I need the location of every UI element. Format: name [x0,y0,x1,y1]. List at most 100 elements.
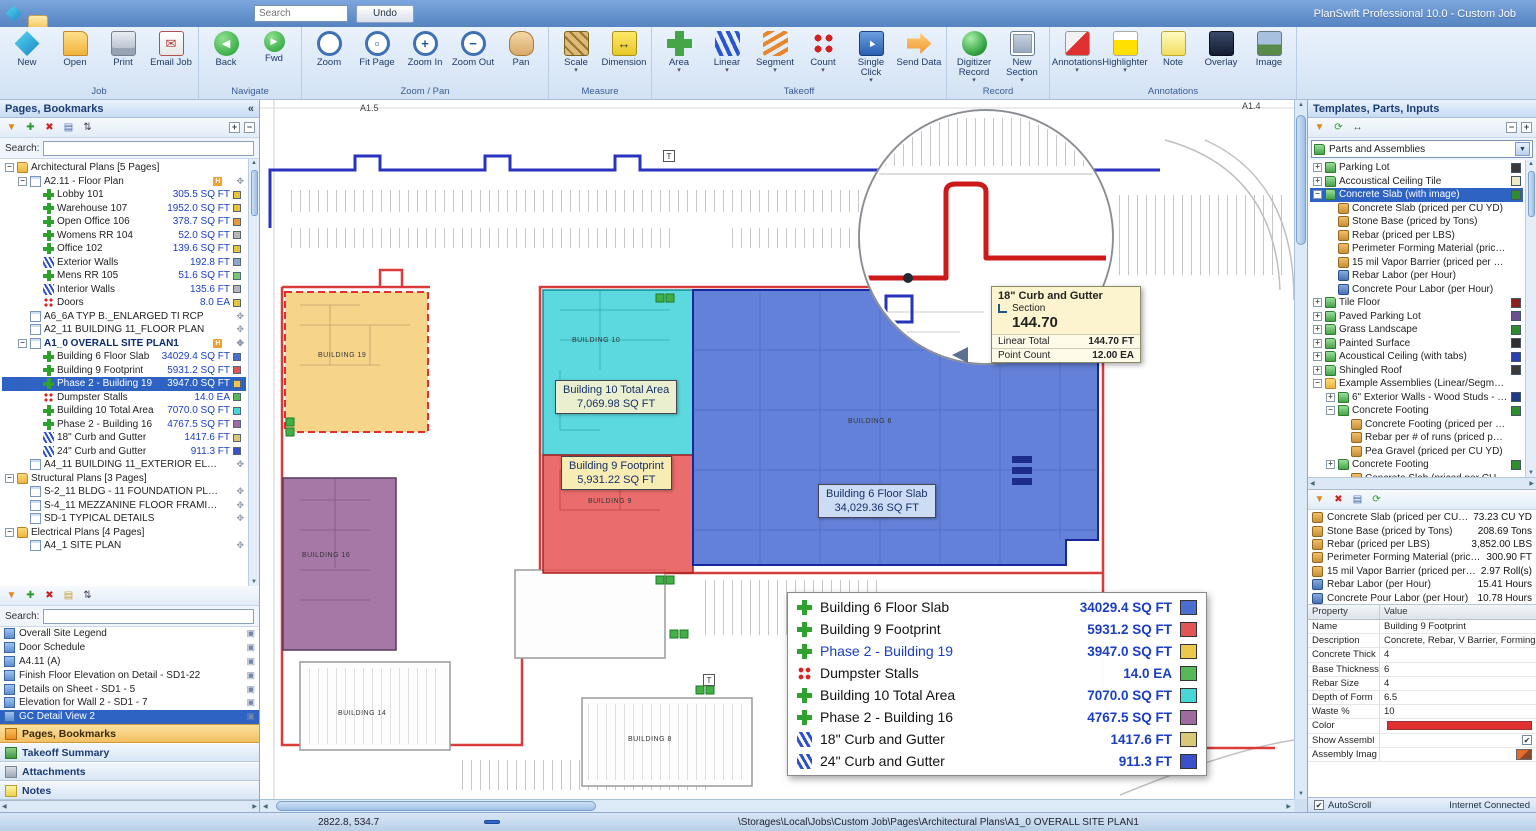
bookmarks-search-input[interactable] [43,609,254,624]
expand-toggle[interactable] [1326,285,1335,294]
status-toggle[interactable] [502,820,518,824]
menu-tab[interactable] [102,16,120,27]
menu-tab[interactable] [174,16,192,27]
ribbon-button[interactable]: Zoom In▾ [401,29,449,70]
pages-search-input[interactable] [43,141,254,156]
expand-toggle[interactable] [31,190,40,199]
ribbon-button[interactable]: Zoom Out▾ [449,29,497,70]
bookmark-item[interactable]: Overall Site Legend ▣ [0,627,259,641]
ribbon-button[interactable]: Segment▾ [751,29,799,76]
expand-toggle[interactable] [31,244,40,253]
status-toggle[interactable] [520,820,536,824]
tree-item[interactable]: Warehouse 107 1952.0 SQ FT H [2,202,246,216]
layout-icon[interactable]: ↔ [1350,120,1365,135]
expand-toggle[interactable] [31,420,40,429]
expand-toggle[interactable] [31,447,40,456]
ribbon-button[interactable]: Fit Page▾ [353,29,401,70]
dropdown-arrow-icon[interactable]: ▼ [1515,142,1530,156]
property-row[interactable]: Rebar Size 4 ✔ [1308,677,1536,691]
tree-item[interactable]: S-4_11 MEZZANINE FLOOR FRAMING - BLDG 11… [2,499,246,513]
bookmark-item[interactable]: Elevation for Wall 2 - SD1 - 7 ▣ [0,696,259,710]
sort-icon[interactable]: ⇅ [80,120,95,135]
expand-toggle[interactable]: + [1313,163,1322,172]
bookmark-view-icon[interactable]: ▣ [246,628,255,639]
add-page-icon[interactable]: ✚ [23,120,38,135]
menu-tab[interactable] [156,16,174,27]
part-row[interactable]: Stone Base (priced by Tons) 208.69 Tons [1308,524,1536,537]
expand-toggle[interactable] [1326,244,1335,253]
expand-toggle[interactable] [1326,204,1335,213]
legend-row[interactable]: Building 9 Footprint 5931.2 SQ FT [788,618,1206,640]
pages-horizontal-scrollbar[interactable]: ◀▶ [0,800,259,812]
tree-item[interactable]: − Architectural Plans [5 Pages] H [2,161,246,175]
property-image-thumb[interactable] [1516,749,1532,760]
tree-item[interactable]: Mens RR 105 51.6 SQ FT H [2,269,246,283]
parts-tree-item[interactable]: Rebar Labor (per Hour) [1310,269,1523,283]
tree-item[interactable]: − Structural Plans [3 Pages] H [2,472,246,486]
legend-row[interactable]: 24" Curb and Gutter 911.3 FT [788,750,1206,772]
folder-icon[interactable]: ▤ [61,588,76,603]
legend-row[interactable]: Building 10 Total Area 7070.0 SQ FT [788,684,1206,706]
expand-toggle[interactable]: + [1313,325,1322,334]
tree-item[interactable]: Open Office 106 378.7 SQ FT H [2,215,246,229]
property-row[interactable]: Depth of Form 6.5 ✔ [1308,691,1536,705]
parts-tree-item[interactable]: + Painted Surface [1310,337,1523,351]
undo-button[interactable]: Undo [356,5,414,23]
parts-tree-item[interactable]: + Accoustical Ceiling Tile [1310,175,1523,189]
takeoff-region-building16[interactable] [283,478,396,650]
parts-tree-item[interactable]: − Concrete Slab (with image) [1310,188,1523,202]
parts-tree-item[interactable]: 15 mil Vapor Barrier (priced per Roll) [1310,256,1523,270]
property-row[interactable]: Color ✔ [1308,719,1536,733]
expand-toggle[interactable]: − [5,528,14,537]
parts-tree-item[interactable]: − Example Assemblies (Linear/Segment Tak… [1310,377,1523,391]
expand-toggle[interactable]: − [1326,406,1335,415]
ribbon-button[interactable]: Image▾ [1245,29,1293,70]
expand-toggle[interactable]: + [1313,352,1322,361]
ribbon-button[interactable]: Area▾ [655,29,703,76]
tree-item[interactable]: − A1_0 OVERALL SITE PLAN1 H ✥ [2,337,246,351]
expand-toggle[interactable]: + [1313,366,1322,375]
bookmark-item[interactable]: GC Detail View 2 ▣ [0,710,259,724]
collapse-panel-button[interactable]: « [248,103,254,115]
part-row[interactable]: Rebar (priced per LBS) 3,852.00 LBS [1308,538,1536,551]
property-row[interactable]: Description Concrete, Rebar, V Barrier, … [1308,634,1536,648]
parts-tree-item[interactable]: + Tile Floor [1310,296,1523,310]
ribbon-button[interactable]: Overlay▾ [1197,29,1245,70]
parts-tree-item[interactable]: + Acoustical Ceiling (with tabs) [1310,350,1523,364]
expand-toggle[interactable] [31,271,40,280]
expand-toggle[interactable] [18,460,27,469]
expand-toggle[interactable] [31,352,40,361]
part-row[interactable]: Concrete Slab (priced per CU YD) 73.23 C… [1308,511,1536,524]
expand-toggle[interactable] [18,501,27,510]
legend-row[interactable]: Building 6 Floor Slab 34029.4 SQ FT [788,596,1206,618]
expand-toggle[interactable]: − [18,339,27,348]
expand-toggle[interactable]: + [1313,177,1322,186]
tree-item[interactable]: − A2.11 - Floor Plan H ✥ [2,175,246,189]
parts-tree-item[interactable]: + Paved Parking Lot [1310,310,1523,324]
expand-toggle[interactable] [31,231,40,240]
parts-tree-scrollbar[interactable]: ▲▼ [1525,160,1536,477]
expand-toggle[interactable] [18,487,27,496]
tree-item[interactable]: − Electrical Plans [4 Pages] H [2,526,246,540]
status-toggle[interactable] [484,820,500,824]
legend-row[interactable]: Phase 2 - Building 16 4767.5 SQ FT [788,706,1206,728]
accordion-tab[interactable]: Takeoff Summary [0,743,259,762]
menu-tab[interactable] [84,16,102,27]
expand-toggle[interactable] [1326,271,1335,280]
expand-toggle[interactable]: + [1326,393,1335,402]
ribbon-button[interactable]: Send Data▾ [895,29,943,70]
tree-item[interactable]: 18" Curb and Gutter 1417.6 FT H [2,431,246,445]
expand-toggle[interactable]: − [18,177,27,186]
menu-tab[interactable] [138,16,156,27]
ribbon-button[interactable]: Note▾ [1149,29,1197,70]
menu-tab[interactable] [48,16,66,27]
ribbon-button[interactable]: Annotations▾ [1053,29,1101,76]
tree-item[interactable]: Building 6 Floor Slab 34029.4 SQ FT H [2,350,246,364]
refresh-icon[interactable]: ⟳ [1369,492,1384,507]
collapse-all-icon[interactable]: − [1506,122,1517,133]
bookmark-item[interactable]: A4.11 (A) ▣ [0,655,259,669]
expand-toggle[interactable]: + [1326,460,1335,469]
expand-toggle[interactable] [31,393,40,402]
drawing-canvas[interactable]: A1.5 A1.4 T T BUILDING 19 BUILDING 16 BU… [260,100,1307,812]
tree-item[interactable]: Womens RR 104 52.0 SQ FT H [2,229,246,243]
